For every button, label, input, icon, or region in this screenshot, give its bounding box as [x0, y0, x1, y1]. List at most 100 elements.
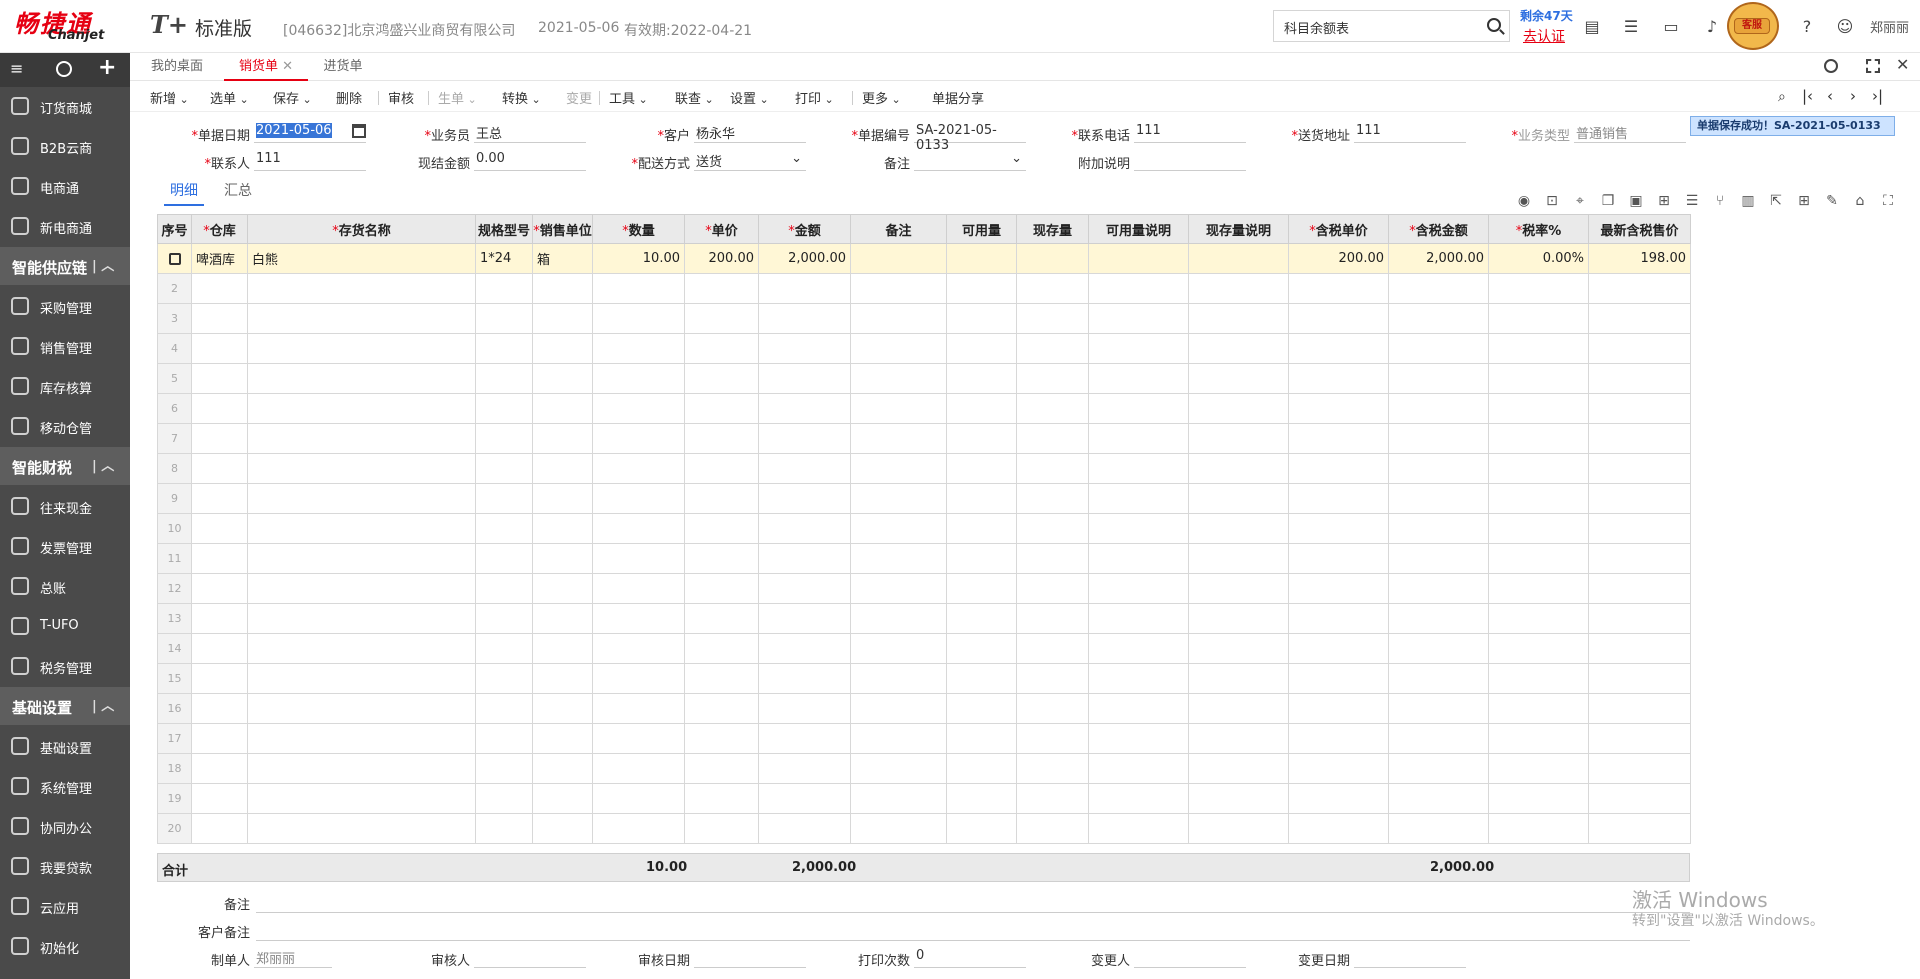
table-row[interactable]: 13: [157, 603, 1691, 634]
sidebar-item[interactable]: 我要贷款: [0, 847, 130, 885]
table-cell[interactable]: [1088, 663, 1189, 694]
table-cell[interactable]: [191, 333, 248, 364]
table-row[interactable]: 2: [157, 273, 1691, 304]
column-header[interactable]: *金额: [758, 214, 851, 244]
table-cell[interactable]: [850, 273, 947, 304]
table-cell[interactable]: [1588, 663, 1691, 694]
table-cell[interactable]: [1588, 423, 1691, 454]
table-row[interactable]: 12: [157, 573, 1691, 604]
table-cell[interactable]: [758, 513, 851, 544]
table-cell[interactable]: [850, 693, 947, 724]
toolbar-button[interactable]: 更多 ⌄: [862, 88, 901, 107]
collapse-icon[interactable]: | ︿: [92, 255, 114, 274]
message-icon[interactable]: ▭: [1662, 18, 1680, 36]
table-cell[interactable]: [1588, 513, 1691, 544]
table-cell[interactable]: [1088, 633, 1189, 664]
table-row[interactable]: 10: [157, 513, 1691, 544]
table-cell[interactable]: [475, 393, 533, 424]
table-cell[interactable]: [191, 543, 248, 574]
table-cell[interactable]: [1488, 303, 1589, 334]
tab-detail[interactable]: 明细: [164, 180, 204, 206]
table-cell[interactable]: [592, 603, 685, 634]
table-cell[interactable]: [1088, 723, 1189, 754]
toolbar-button[interactable]: 变更: [566, 88, 592, 107]
table-cell[interactable]: [1488, 603, 1589, 634]
table-cell[interactable]: [1488, 753, 1589, 784]
column-header[interactable]: *存货名称: [247, 214, 476, 244]
table-cell[interactable]: [1488, 573, 1589, 604]
table-cell[interactable]: [684, 633, 759, 664]
table-cell[interactable]: [1588, 813, 1691, 844]
table-cell[interactable]: [1388, 393, 1489, 424]
cell-available-desc[interactable]: [1088, 243, 1189, 274]
table-cell[interactable]: [946, 573, 1017, 604]
sidebar-group[interactable]: 智能供应链 | ︿: [0, 247, 130, 285]
table-cell[interactable]: [532, 483, 593, 514]
copy-icon[interactable]: ❐: [1600, 193, 1616, 209]
table-row[interactable]: 3: [157, 303, 1691, 334]
table-cell[interactable]: [1488, 813, 1589, 844]
table-cell[interactable]: [1288, 303, 1389, 334]
table-cell[interactable]: [684, 813, 759, 844]
table-cell[interactable]: [1388, 543, 1489, 574]
search-icon[interactable]: [1824, 59, 1838, 73]
table-cell[interactable]: [532, 273, 593, 304]
table-cell[interactable]: [1288, 753, 1389, 784]
table-cell[interactable]: [1588, 303, 1691, 334]
table-cell[interactable]: [592, 663, 685, 694]
table-cell[interactable]: [247, 663, 476, 694]
column-header[interactable]: 最新含税售价: [1588, 214, 1691, 244]
table-cell[interactable]: [1088, 333, 1189, 364]
table-cell[interactable]: [946, 363, 1017, 394]
table-cell[interactable]: [684, 303, 759, 334]
column-header[interactable]: *含税金额: [1388, 214, 1489, 244]
table-cell[interactable]: [1088, 753, 1189, 784]
table-cell[interactable]: [1188, 483, 1289, 514]
table-cell[interactable]: [684, 603, 759, 634]
calendar-icon[interactable]: [352, 124, 366, 138]
table-cell[interactable]: [1088, 543, 1189, 574]
table-cell[interactable]: [592, 543, 685, 574]
sidebar-item[interactable]: 初始化: [0, 927, 130, 965]
table-cell[interactable]: [684, 513, 759, 544]
table-cell[interactable]: [1088, 483, 1189, 514]
table-cell[interactable]: [1388, 813, 1489, 844]
table-cell[interactable]: [946, 603, 1017, 634]
table-cell[interactable]: [1588, 573, 1691, 604]
table-cell[interactable]: [850, 363, 947, 394]
tab-summary[interactable]: 汇总: [224, 180, 252, 200]
table-cell[interactable]: [1588, 543, 1691, 574]
table-cell[interactable]: [1488, 693, 1589, 724]
toolbar-button[interactable]: 设置 ⌄: [730, 88, 769, 107]
table-cell[interactable]: [1488, 363, 1589, 394]
table-cell[interactable]: [1488, 663, 1589, 694]
table-cell[interactable]: [1088, 693, 1189, 724]
table-cell[interactable]: [247, 693, 476, 724]
table-cell[interactable]: [1088, 363, 1189, 394]
table-cell[interactable]: [1088, 303, 1189, 334]
table-cell[interactable]: [532, 603, 593, 634]
table-cell[interactable]: [1588, 723, 1691, 754]
global-search-input[interactable]: 科目余额表: [1273, 10, 1510, 42]
table-cell[interactable]: [1016, 543, 1089, 574]
table-cell[interactable]: [758, 303, 851, 334]
table-cell[interactable]: [1488, 483, 1589, 514]
table-cell[interactable]: [247, 753, 476, 784]
sidebar-item[interactable]: 往来现金: [0, 487, 130, 525]
table-cell[interactable]: [850, 483, 947, 514]
table-cell[interactable]: [1488, 513, 1589, 544]
table-cell[interactable]: [1288, 573, 1389, 604]
cell-stock[interactable]: [1016, 243, 1089, 274]
certify-link[interactable]: 去认证: [1523, 26, 1565, 46]
table-cell[interactable]: [684, 753, 759, 784]
user-name[interactable]: 郑丽丽: [1870, 17, 1909, 36]
table-cell[interactable]: [946, 663, 1017, 694]
table-row[interactable]: 4: [157, 333, 1691, 364]
table-cell[interactable]: [758, 273, 851, 304]
table-cell[interactable]: [1488, 723, 1589, 754]
close-icon[interactable]: ✕: [1896, 55, 1909, 74]
table-cell[interactable]: [247, 513, 476, 544]
table-cell[interactable]: [684, 333, 759, 364]
table-cell[interactable]: [758, 693, 851, 724]
table-cell[interactable]: [1588, 783, 1691, 814]
